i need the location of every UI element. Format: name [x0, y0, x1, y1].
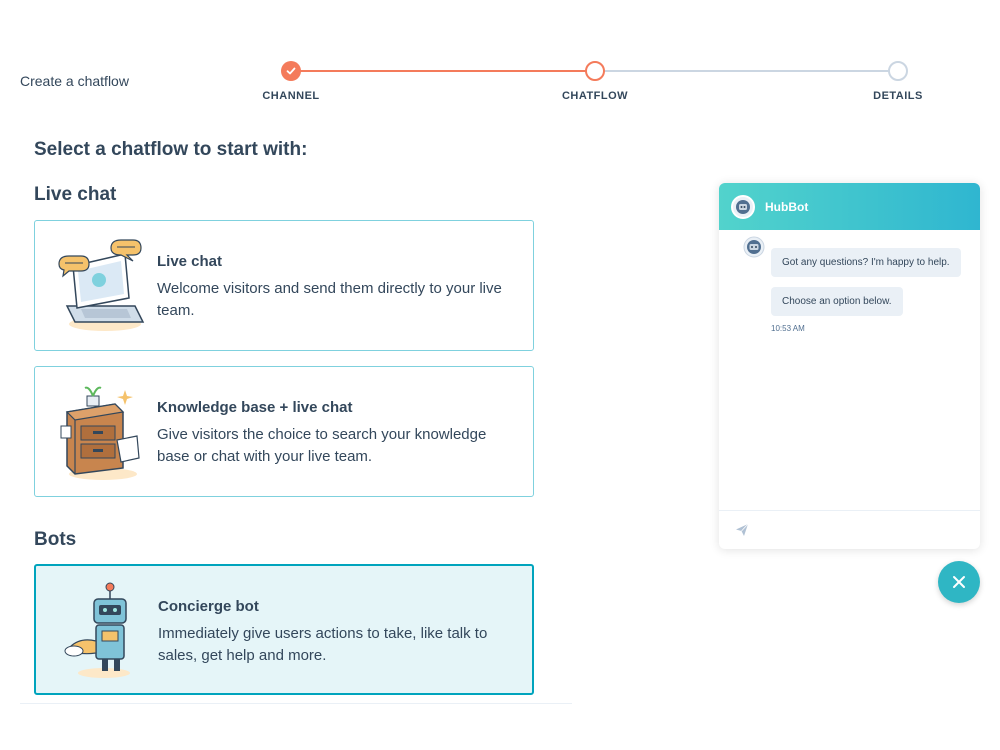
- chat-close-button[interactable]: [938, 561, 980, 603]
- bot-avatar-icon: [736, 199, 750, 214]
- laptop-chat-illustration: [55, 236, 150, 336]
- step-channel-dot[interactable]: [281, 61, 301, 81]
- message-avatar: [743, 236, 765, 258]
- checkmark-icon: [286, 67, 296, 75]
- option-description: Welcome visitors and send them directly …: [157, 280, 502, 319]
- option-card-live-chat[interactable]: Live chat Welcome visitors and send them…: [34, 220, 534, 351]
- wizard-title: Create a chatflow: [20, 73, 129, 89]
- message-timestamp: 10:53 AM: [771, 324, 805, 333]
- step-label-details[interactable]: DETAILS: [873, 90, 923, 102]
- chat-message: Got any questions? I'm happy to help.: [771, 248, 961, 277]
- option-title: Concierge bot: [158, 598, 259, 615]
- chat-message-list: Got any questions? I'm happy to help. Ch…: [719, 230, 980, 510]
- step-chatflow-dot[interactable]: [585, 61, 605, 81]
- step-details-dot[interactable]: [888, 61, 908, 81]
- divider: [20, 703, 572, 704]
- option-card-concierge-bot[interactable]: Concierge bot Immediately give users act…: [34, 564, 534, 695]
- close-icon: [953, 576, 965, 588]
- section-heading-live-chat: Live chat: [34, 184, 117, 205]
- progress-track-pending: [595, 70, 898, 72]
- option-title: Live chat: [157, 253, 223, 270]
- step-label-channel[interactable]: CHANNEL: [262, 90, 319, 102]
- progress-track-complete: [291, 70, 595, 72]
- chat-preview-window: HubBot Got any questions? I'm happy to h…: [719, 183, 980, 549]
- option-title: Knowledge base + live chat: [157, 399, 353, 416]
- page-title: Select a chatflow to start with:: [34, 139, 308, 160]
- step-label-chatflow[interactable]: CHATFLOW: [562, 90, 628, 102]
- option-card-knowledge-base[interactable]: Knowledge base + live chat Give visitors…: [34, 366, 534, 497]
- chat-input-bar[interactable]: [719, 510, 980, 549]
- filing-cabinet-illustration: [55, 382, 150, 482]
- robot-illustration: [56, 581, 151, 681]
- chat-header: HubBot: [719, 183, 980, 230]
- option-description: Immediately give users actions to take, …: [158, 625, 488, 664]
- paper-plane-icon[interactable]: [735, 523, 749, 537]
- chatflow-page: Create a chatflow CHANNEL CHATFLOW DETAI…: [0, 0, 1000, 750]
- chat-message: Choose an option below.: [771, 287, 903, 316]
- chat-bot-name: HubBot: [765, 199, 809, 214]
- option-description: Give visitors the choice to search your …: [157, 426, 487, 465]
- section-heading-bots: Bots: [34, 529, 77, 550]
- bot-avatar: [731, 194, 755, 219]
